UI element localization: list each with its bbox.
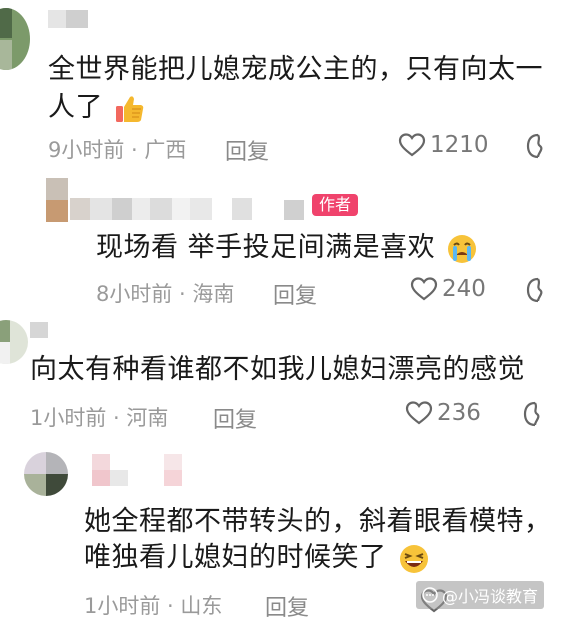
- like-count: 240: [442, 276, 486, 302]
- username-mosaic[interactable]: [30, 322, 48, 338]
- timestamp: 1小时前: [84, 594, 161, 618]
- username-mosaic[interactable]: [70, 198, 252, 220]
- reply-button[interactable]: 回复: [213, 402, 257, 434]
- reply-button[interactable]: 回复: [273, 278, 317, 310]
- username-mosaic: [284, 200, 304, 220]
- author-badge: 作者: [312, 194, 359, 216]
- laughing-face-icon: [399, 544, 428, 573]
- avatar[interactable]: [0, 8, 30, 70]
- timestamp: 9小时前: [48, 138, 125, 162]
- dislike-icon[interactable]: [523, 401, 545, 427]
- username-mosaic: [92, 470, 182, 486]
- avatar[interactable]: [0, 320, 28, 364]
- ip-location: 海南: [192, 282, 235, 306]
- username-mosaic[interactable]: [48, 10, 88, 28]
- thumbs-up-icon: [116, 95, 144, 122]
- crying-face-icon: [448, 234, 477, 263]
- comment-text: 现场看 举手投足间满是喜欢: [96, 226, 478, 270]
- like-button[interactable]: 236: [405, 400, 481, 426]
- username-mosaic[interactable]: [92, 454, 202, 470]
- avatar[interactable]: [24, 452, 68, 496]
- ip-location: 河南: [126, 406, 169, 430]
- comment-meta: 1小时前 · 河南: [30, 402, 168, 432]
- comment-text: 向太有种看谁都不如我儿媳妇漂亮的感觉: [30, 354, 525, 385]
- comment-meta: 9小时前 · 广西: [48, 134, 186, 164]
- like-button[interactable]: 240: [410, 276, 486, 302]
- comment-list: 全世界能把儿媳宠成公主的，只有向太一 人了 9小时前 · 广西 回复 1210: [0, 0, 562, 621]
- heart-icon: [410, 277, 438, 301]
- dislike-icon[interactable]: [526, 277, 548, 303]
- meta-separator: ·: [160, 594, 181, 618]
- heart-icon: [398, 133, 426, 157]
- heart-icon: [405, 401, 433, 425]
- ip-location: 山东: [180, 594, 223, 618]
- comment-meta: 1小时前 · 山东: [84, 590, 222, 620]
- like-count: 1210: [430, 132, 489, 158]
- chat-bubble-icon: [422, 587, 438, 603]
- watermark: @小冯谈教育: [415, 581, 544, 609]
- dislike-icon[interactable]: [526, 133, 548, 159]
- ip-location: 广西: [144, 138, 187, 162]
- meta-separator: ·: [124, 138, 145, 162]
- timestamp: 8小时前: [96, 282, 173, 306]
- like-button[interactable]: 1210: [398, 132, 489, 158]
- meta-separator: ·: [106, 406, 127, 430]
- comment-text: 人了: [48, 86, 146, 130]
- comment-text: 唯独看儿媳妇的时候笑了: [84, 536, 430, 580]
- reply-button[interactable]: 回复: [265, 590, 309, 621]
- meta-separator: ·: [172, 282, 193, 306]
- like-count: 236: [437, 400, 481, 426]
- watermark-text: @小冯谈教育: [441, 587, 538, 606]
- timestamp: 1小时前: [30, 406, 107, 430]
- comment-meta: 8小时前 · 海南: [96, 278, 234, 308]
- avatar[interactable]: [46, 178, 68, 222]
- reply-button[interactable]: 回复: [225, 134, 269, 166]
